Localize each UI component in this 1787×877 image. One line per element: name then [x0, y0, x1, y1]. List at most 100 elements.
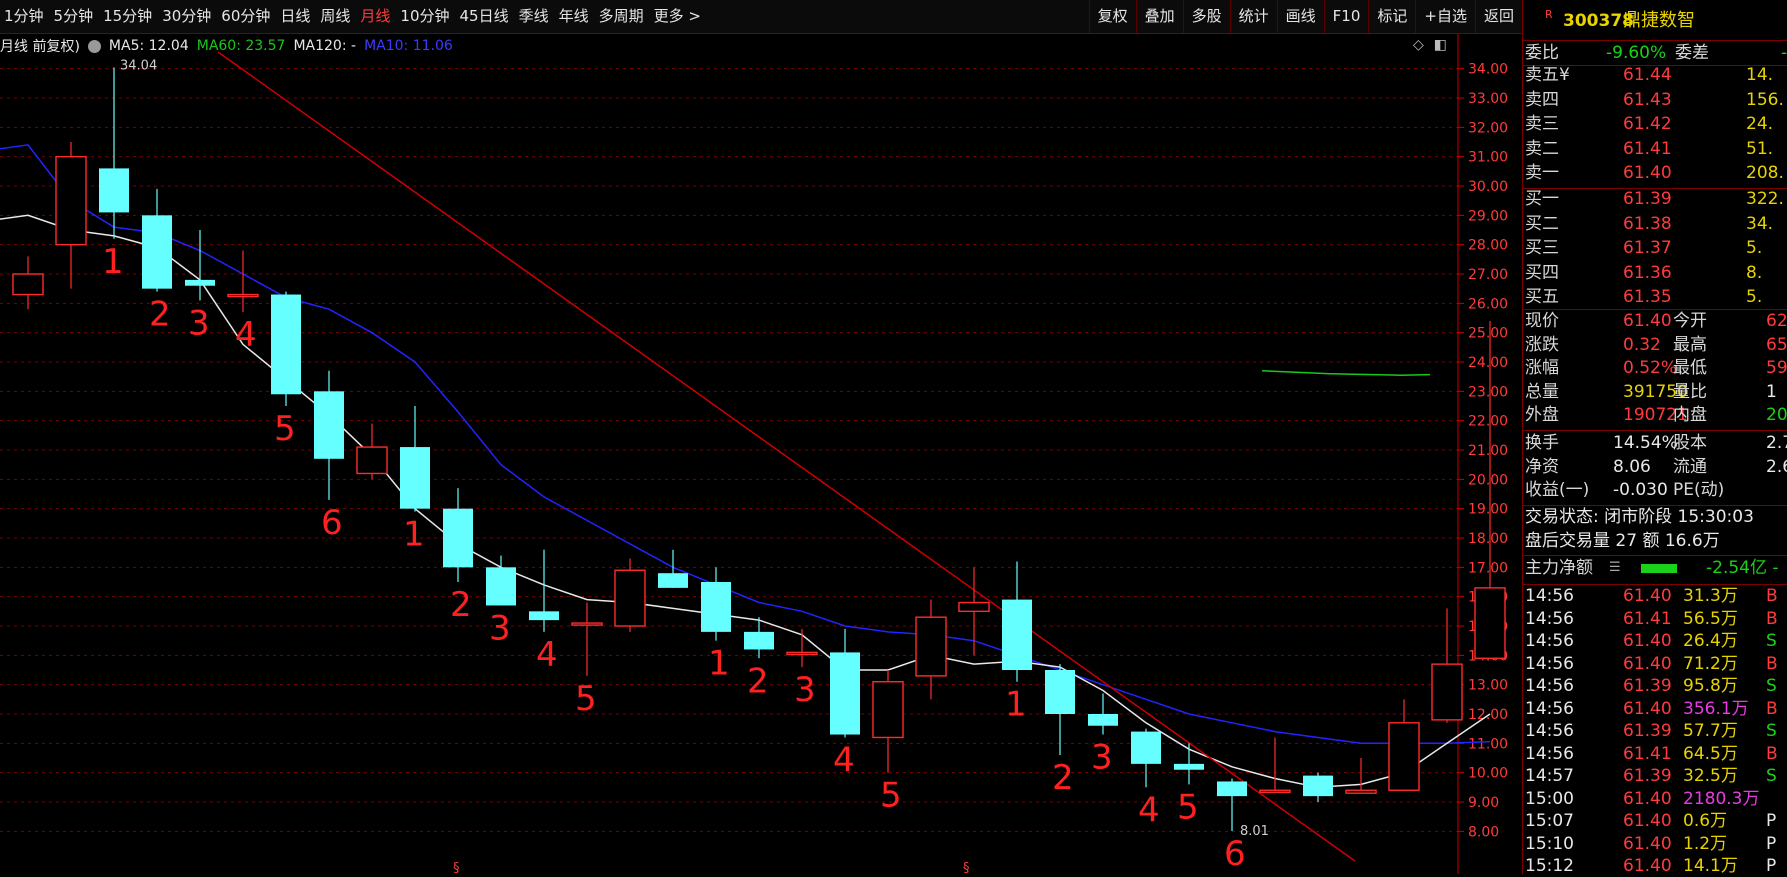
tick-price: 61.40	[1623, 788, 1672, 809]
wave-label: 3	[794, 670, 816, 710]
tool-button-6[interactable]: 标记	[1368, 0, 1415, 33]
candle-body-down	[744, 631, 774, 650]
ask-row[interactable]: 卖三 61.42 24.	[1523, 113, 1787, 135]
bid-label: 买二	[1525, 213, 1559, 234]
tick-row[interactable]: 14:56 61.40 356.1万 B	[1523, 698, 1787, 720]
tick-price: 61.40	[1623, 698, 1672, 719]
tick-row[interactable]: 14:56 61.41 56.5万 B	[1523, 608, 1787, 630]
tick-side: S	[1766, 766, 1777, 786]
tool-button-3[interactable]: 统计	[1229, 0, 1277, 33]
tick-time: 14:56	[1525, 653, 1574, 674]
tick-side: B	[1766, 653, 1778, 674]
price-tick-label: 21.00	[1468, 443, 1508, 459]
period-tab-10[interactable]: 季线	[517, 0, 557, 33]
candle-body-up	[1259, 789, 1291, 793]
candle-body-down	[1174, 763, 1204, 770]
ask-volume: 14.	[1746, 65, 1774, 85]
tick-row[interactable]: 15:00 61.40 2180.3万	[1523, 788, 1787, 810]
quote-row: 现价 61.40 今开 62	[1523, 310, 1787, 332]
tick-volume: 95.8万	[1683, 676, 1738, 696]
tick-row[interactable]: 14:56 61.39 95.8万 S	[1523, 675, 1787, 697]
bid-volume: 5.	[1746, 238, 1763, 258]
price-tick-label: 19.00	[1468, 502, 1508, 518]
fundamental-row: 净资 8.06 流通 2.6	[1523, 456, 1787, 478]
period-tab-5[interactable]: 日线	[278, 0, 318, 33]
ask-row[interactable]: 卖一 61.40 208.	[1523, 162, 1787, 184]
stock-header: R 300378 鼎捷数智	[1523, 8, 1787, 32]
tool-button-7[interactable]: +自选	[1415, 0, 1475, 33]
weicha-value: -	[1781, 43, 1787, 63]
quote-row: 涨幅 0.52% 最低 59	[1523, 357, 1787, 379]
kline-chart[interactable]: 34.0033.0032.0031.0030.0029.0028.0027.00…	[0, 34, 1522, 874]
wave-label: 4	[1138, 790, 1160, 830]
mainforce-row[interactable]: 主力净额 ☰ -2.54亿 -	[1523, 557, 1787, 579]
tick-row[interactable]: 14:56 61.40 26.4万 S	[1523, 630, 1787, 652]
period-tab-12[interactable]: 多周期	[597, 0, 652, 33]
fundamental-label-2: 流通	[1673, 456, 1707, 477]
trade-status: 交易状态: 闭市阶段 15:30:03	[1525, 507, 1754, 527]
candle-body-up	[12, 273, 44, 296]
bid-row[interactable]: 买四 61.36 8.	[1523, 262, 1787, 284]
period-tab-8[interactable]: 10分钟	[398, 0, 457, 33]
tick-price: 61.40	[1623, 653, 1672, 674]
tick-volume: 26.4万	[1683, 631, 1738, 651]
bid-volume: 5.	[1746, 287, 1763, 307]
tool-button-4[interactable]: 画线	[1276, 0, 1324, 33]
candle-body-up	[872, 681, 904, 739]
period-tab-3[interactable]: 30分钟	[160, 0, 219, 33]
weicha-label: 委差	[1675, 43, 1709, 63]
period-tab-6[interactable]: 周线	[318, 0, 358, 33]
list-icon[interactable]: ☰	[1609, 557, 1621, 579]
candle-body-down	[314, 391, 344, 459]
tick-price: 61.41	[1623, 608, 1672, 629]
price-tick-label: 29.00	[1468, 208, 1508, 224]
tool-button-5[interactable]: F10	[1323, 0, 1369, 33]
period-tab-4[interactable]: 60分钟	[219, 0, 278, 33]
tick-price: 61.39	[1623, 676, 1672, 696]
tool-button-1[interactable]: 叠加	[1135, 0, 1183, 33]
bid-price: 61.35	[1623, 287, 1672, 307]
bid-row[interactable]: 买三 61.37 5.	[1523, 237, 1787, 259]
period-tab-0[interactable]: 1分钟	[2, 0, 52, 33]
tick-row[interactable]: 15:10 61.40 1.2万 P	[1523, 833, 1787, 855]
tick-row[interactable]: 14:56 61.40 31.3万 B	[1523, 585, 1787, 607]
tool-button-8[interactable]: 返回	[1474, 0, 1522, 33]
tick-row[interactable]: 14:56 61.41 64.5万 B	[1523, 743, 1787, 765]
candle-body-down	[400, 447, 430, 509]
price-tick-label: 32.00	[1468, 120, 1508, 136]
candle-body-down	[1303, 775, 1333, 797]
fundamental-label: 换手	[1525, 433, 1559, 453]
ask-row[interactable]: 卖五¥ 61.44 14.	[1523, 64, 1787, 86]
tool-button-0[interactable]: 复权	[1088, 0, 1136, 33]
candle-body-up	[1345, 789, 1377, 794]
bid-row[interactable]: 买五 61.35 5.	[1523, 286, 1787, 308]
bid-volume: 8.	[1746, 262, 1763, 283]
wave-label: 5	[274, 409, 296, 449]
quote-label-2: 最高	[1673, 334, 1707, 355]
tick-row[interactable]: 14:56 61.39 57.7万 S	[1523, 720, 1787, 742]
bid-row[interactable]: 买一 61.39 322.	[1523, 188, 1787, 210]
price-tick-label: 34.00	[1468, 62, 1508, 78]
period-tab-13[interactable]: 更多 >	[652, 0, 709, 33]
wave-label: 1	[1005, 685, 1027, 725]
ask-row[interactable]: 卖四 61.43 156.	[1523, 89, 1787, 111]
tool-button-2[interactable]: 多股	[1182, 0, 1230, 33]
candle-body-up	[356, 446, 388, 475]
candle-body-down	[1088, 714, 1118, 726]
tick-row[interactable]: 15:07 61.40 0.6万 P	[1523, 810, 1787, 832]
period-tab-7[interactable]: 月线	[358, 0, 398, 33]
period-tabs: 1分钟 5分钟 15分钟 30分钟 60分钟 日线 周线 月线 10分钟 45日线 季线 年线 多周期更…	[2, 0, 709, 33]
ask-label: 卖一	[1525, 163, 1559, 183]
tick-row[interactable]: 14:56 61.40 71.2万 B	[1523, 653, 1787, 675]
ask-label: 卖五¥	[1525, 65, 1570, 85]
price-tick-label: 33.00	[1468, 91, 1508, 107]
period-tab-2[interactable]: 15分钟	[101, 0, 160, 33]
ask-row[interactable]: 卖二 61.41 51.	[1523, 138, 1787, 160]
tick-row[interactable]: 14:57 61.39 32.5万 S	[1523, 765, 1787, 787]
period-tab-9[interactable]: 45日线	[458, 0, 517, 33]
bid-row[interactable]: 买二 61.38 34.	[1523, 213, 1787, 235]
quote-value-2: 59	[1766, 358, 1787, 378]
wave-label: 4	[833, 740, 855, 780]
period-tab-11[interactable]: 年线	[557, 0, 597, 33]
period-tab-1[interactable]: 5分钟	[52, 0, 102, 33]
